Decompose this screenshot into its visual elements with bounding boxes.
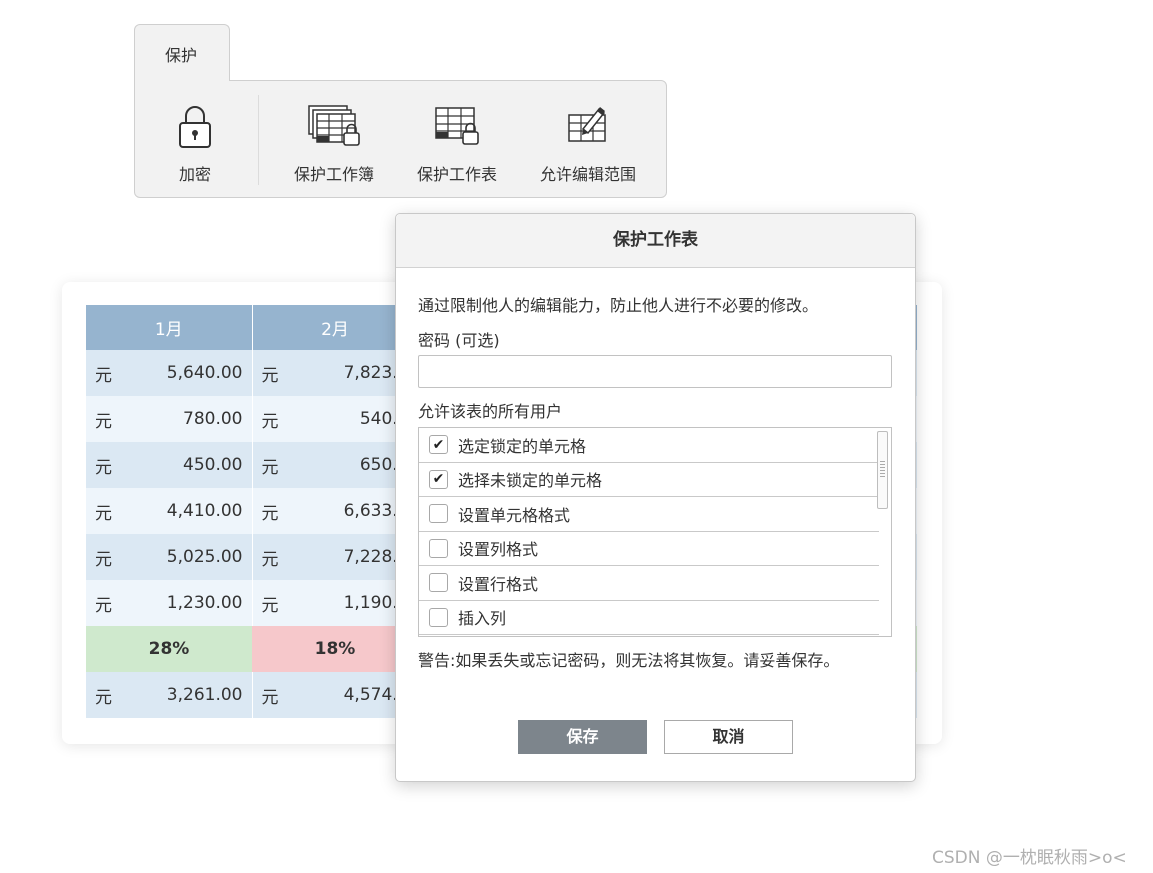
table-row: 元 5,025.00 元 7,228.0 <box>86 534 419 580</box>
column-header[interactable]: 2月 <box>252 305 419 350</box>
currency-cell[interactable]: 元 <box>252 534 292 580</box>
ribbon-panel: 加密 保护工作簿 保护工作表 允许编辑范围 <box>134 80 667 198</box>
password-input[interactable] <box>418 355 892 388</box>
value-cell[interactable]: 1,230.00 <box>126 580 253 626</box>
percent-cell-green[interactable]: 28% <box>86 626 252 672</box>
percent-cell-red[interactable]: 18% <box>252 626 418 672</box>
checkbox-checked[interactable]: ✔ <box>429 469 448 489</box>
permission-label: 设置行格式 <box>458 574 539 594</box>
protect-sheet-dialog: 保护工作表 通过限制他人的编辑能力，防止他人进行不必要的修改。 密码 (可选) … <box>395 213 916 782</box>
value-cell[interactable]: 4,410.00 <box>126 488 253 534</box>
percent-row: 28% 18% <box>86 626 418 672</box>
permission-item[interactable]: 设置行格式 <box>419 566 879 601</box>
protect-sheet-button[interactable]: 保护工作表 <box>410 103 504 185</box>
scrollbar-grip <box>880 461 885 479</box>
currency-cell[interactable]: 元 <box>252 488 292 534</box>
permission-item[interactable]: 插入列 <box>419 601 879 635</box>
checkmark-icon: ✔ <box>432 436 445 453</box>
table-row: 元 5,640.00 元 7,823.0 <box>86 350 419 396</box>
checkbox-unchecked[interactable] <box>429 538 448 558</box>
checkmark-icon: ✔ <box>432 471 445 488</box>
currency-cell[interactable]: 元 <box>252 580 292 626</box>
allow-edit-range-button[interactable]: 允许编辑范围 <box>533 103 643 185</box>
data-table: 1月 2月 元 5,640.00 元 7,823.0 元 780.00 元 54… <box>86 305 419 718</box>
dialog-title: 保护工作表 <box>396 214 915 268</box>
protect-sheet-label: 保护工作表 <box>416 165 497 184</box>
currency-cell[interactable]: 元 <box>252 350 292 396</box>
table-row: 元 1,230.00 元 1,190.0 <box>86 580 419 626</box>
encrypt-label: 加密 <box>178 165 211 184</box>
currency-cell[interactable]: 元 <box>86 672 126 718</box>
permission-list-scrollbar[interactable] <box>877 431 888 509</box>
encrypt-button[interactable]: 加密 <box>171 103 219 185</box>
permission-label: 设置列格式 <box>458 540 539 560</box>
dialog-description: 通过限制他人的编辑能力，防止他人进行不必要的修改。 <box>418 296 819 315</box>
permission-item[interactable]: ✔ 选择未锁定的单元格 <box>419 463 879 497</box>
value-cell[interactable]: 450.00 <box>126 442 253 488</box>
currency-cell[interactable]: 元 <box>252 672 292 718</box>
protect-workbook-button[interactable]: 保护工作簿 <box>287 103 381 185</box>
protect-sheet-icon <box>410 103 504 149</box>
permission-item[interactable]: 设置列格式 <box>419 532 879 566</box>
lock-icon <box>171 103 219 149</box>
currency-cell[interactable]: 元 <box>86 534 126 580</box>
table-row: 元 450.00 元 650.0 <box>86 442 419 488</box>
permission-item[interactable]: ✔ 选定锁定的单元格 <box>419 428 879 463</box>
warning-text: 警告:如果丢失或忘记密码，则无法将其恢复。请妥善保存。 <box>418 651 840 670</box>
permission-label: 插入列 <box>458 609 507 629</box>
protect-workbook-label: 保护工作簿 <box>293 165 374 184</box>
table-row: 元 780.00 元 540.0 <box>86 396 419 442</box>
tab-protect-label: 保护 <box>165 46 198 65</box>
allow-edit-range-label: 允许编辑范围 <box>539 165 636 184</box>
allow-edit-range-icon <box>533 103 643 149</box>
currency-cell[interactable]: 元 <box>86 442 126 488</box>
checkbox-unchecked[interactable] <box>429 504 448 524</box>
currency-cell[interactable]: 元 <box>86 396 126 442</box>
currency-cell[interactable]: 元 <box>86 580 126 626</box>
permission-label: 设置单元格格式 <box>458 505 571 525</box>
value-cell[interactable]: 5,025.00 <box>126 534 253 580</box>
currency-cell[interactable]: 元 <box>252 442 292 488</box>
permission-label: 选定锁定的单元格 <box>458 436 587 456</box>
tab-protect[interactable]: 保护 <box>134 24 230 81</box>
currency-cell[interactable]: 元 <box>86 488 126 534</box>
table-row: 元 4,410.00 元 6,633.0 <box>86 488 419 534</box>
allow-users-label: 允许该表的所有用户 <box>418 402 563 421</box>
column-header[interactable]: 1月 <box>86 305 253 350</box>
value-cell[interactable]: 5,640.00 <box>126 350 253 396</box>
checkbox-unchecked[interactable] <box>429 573 448 593</box>
value-cell[interactable]: 3,261.00 <box>126 672 253 718</box>
checkbox-unchecked[interactable] <box>429 607 448 627</box>
protect-workbook-icon <box>287 103 381 149</box>
permission-label: 选择未锁定的单元格 <box>458 471 603 491</box>
cancel-button[interactable]: 取消 <box>664 720 793 754</box>
save-button[interactable]: 保存 <box>518 720 647 754</box>
value-cell[interactable]: 780.00 <box>126 396 253 442</box>
watermark: CSDN @一枕眠秋雨>o< <box>932 848 1127 868</box>
currency-cell[interactable]: 元 <box>252 396 292 442</box>
currency-cell[interactable]: 元 <box>86 350 126 396</box>
password-label: 密码 (可选) <box>418 331 500 350</box>
checkbox-checked[interactable]: ✔ <box>429 435 448 455</box>
ribbon-divider <box>258 95 259 185</box>
permission-item[interactable]: 设置单元格格式 <box>419 497 879 532</box>
total-row: 元 3,261.00 元 4,574.0 <box>86 672 419 718</box>
permission-list[interactable]: ✔ 选定锁定的单元格 ✔ 选择未锁定的单元格 设置单元格格式 设置列格式设置行格式插入列 <box>418 427 892 637</box>
